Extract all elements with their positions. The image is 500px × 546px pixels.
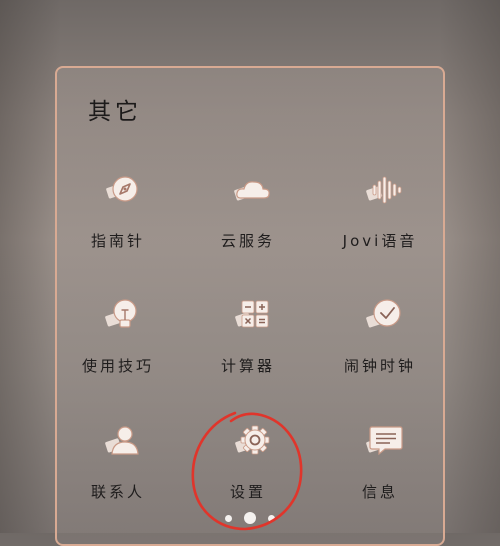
app-calculator[interactable]: 计算器	[183, 297, 313, 397]
app-cloud-service[interactable]: 云服务	[183, 172, 313, 272]
app-label: 使用技巧	[81, 357, 154, 375]
app-label: 闹钟时钟	[343, 357, 416, 375]
contact-person-icon	[105, 426, 139, 455]
lightbulb-icon	[105, 299, 137, 328]
app-label: 指南针	[90, 232, 145, 250]
app-jovi-voice[interactable]: Jovi语音	[315, 172, 445, 272]
page-dot[interactable]	[225, 515, 232, 522]
app-label: 计算器	[220, 357, 275, 375]
settings-gear-icon	[235, 425, 270, 455]
voice-wave-icon	[366, 176, 402, 204]
page-dot-active[interactable]	[244, 512, 256, 524]
app-label: 联系人	[90, 483, 145, 501]
page-dot[interactable]	[268, 515, 275, 522]
background-shade-right	[440, 0, 500, 533]
page-indicator[interactable]	[222, 511, 282, 525]
app-label: 设置	[229, 483, 266, 501]
compass-icon	[106, 176, 138, 202]
app-label: 信息	[361, 483, 398, 501]
app-label: 云服务	[220, 232, 275, 250]
app-compass[interactable]: 指南针	[53, 172, 183, 272]
clock-icon	[366, 299, 401, 328]
message-icon	[366, 426, 403, 456]
cloud-icon	[234, 181, 270, 201]
app-label: Jovi语音	[342, 232, 418, 250]
calculator-icon	[235, 300, 269, 328]
folder-title: 其它	[88, 99, 142, 125]
app-tips[interactable]: 使用技巧	[53, 297, 183, 397]
app-contacts[interactable]: 联系人	[53, 423, 183, 523]
app-messages[interactable]: 信息	[315, 423, 445, 523]
app-settings[interactable]: 设置	[183, 423, 313, 523]
background-shade-left	[0, 0, 60, 533]
app-alarm-clock[interactable]: 闹钟时钟	[315, 297, 445, 397]
